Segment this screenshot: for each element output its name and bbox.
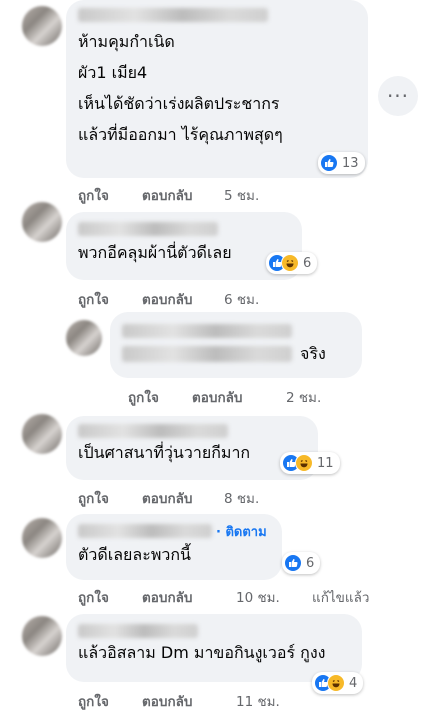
- timestamp[interactable]: 10 ชม.: [236, 586, 280, 608]
- timestamp[interactable]: 8 ชม.: [224, 487, 259, 509]
- haha-reaction-icon: [295, 454, 313, 472]
- reaction-summary[interactable]: 11: [280, 452, 340, 474]
- reaction-count: 11: [317, 455, 334, 471]
- comment-actions: ถูกใจ ตอบกลับ 8 ชม.: [78, 487, 298, 507]
- like-reaction-icon: [320, 154, 338, 172]
- comment-text: แล้วอิสลาม Dm มาขอกินงูเวอร์ กูงง: [78, 643, 326, 662]
- comment-bubble: พวกอีคลุมผ้านี่ตัวดีเลย: [66, 212, 302, 280]
- reply-link[interactable]: ตอบกลับ: [142, 690, 192, 712]
- avatar[interactable]: [22, 616, 62, 656]
- reaction-summary[interactable]: 13: [318, 152, 365, 174]
- reply-link[interactable]: ตอบกลับ: [142, 487, 192, 509]
- like-link[interactable]: ถูกใจ: [78, 586, 109, 608]
- avatar[interactable]: [22, 202, 62, 242]
- reaction-count: 6: [303, 255, 312, 271]
- comment-bubble: ห้ามคุมกำเนิด ผัว1 เมีย4 เห็นได้ชัดว่าเร…: [66, 0, 368, 178]
- avatar[interactable]: [22, 518, 62, 558]
- comment-text: ห้ามคุมกำเนิด: [78, 32, 175, 51]
- comment-actions: ถูกใจ ตอบกลับ 10 ชม. แก้ไขแล้ว: [78, 586, 418, 606]
- haha-reaction-icon: [327, 674, 345, 692]
- reaction-summary[interactable]: 4: [312, 672, 364, 694]
- commenter-name[interactable]: [122, 324, 292, 338]
- like-link[interactable]: ถูกใจ: [78, 288, 109, 310]
- commenter-name[interactable]: [78, 222, 218, 236]
- reaction-summary[interactable]: 6: [266, 252, 318, 274]
- reply-link[interactable]: ตอบกลับ: [142, 586, 192, 608]
- commenter-name[interactable]: [78, 624, 198, 638]
- comment-text-blurred: [122, 346, 292, 362]
- commenter-name[interactable]: [78, 8, 268, 22]
- more-options-icon[interactable]: ···: [378, 76, 418, 116]
- reaction-count: 4: [349, 675, 358, 691]
- timestamp[interactable]: 2 ชม.: [286, 386, 321, 408]
- commenter-name[interactable]: [78, 524, 212, 538]
- avatar[interactable]: [22, 6, 62, 46]
- comment-text: ผัว1 เมีย4: [78, 63, 148, 82]
- reaction-count: 6: [306, 555, 315, 571]
- reply-link[interactable]: ตอบกลับ: [192, 386, 242, 408]
- like-link[interactable]: ถูกใจ: [128, 386, 159, 408]
- reply-link[interactable]: ตอบกลับ: [142, 184, 192, 206]
- timestamp[interactable]: 6 ชม.: [224, 288, 259, 310]
- comment-text: เห็นได้ชัดว่าเร่งผลิตประชากร: [78, 94, 280, 113]
- haha-reaction-icon: [281, 254, 299, 272]
- reply-link[interactable]: ตอบกลับ: [142, 288, 192, 310]
- reaction-summary[interactable]: 6: [282, 552, 321, 574]
- like-link[interactable]: ถูกใจ: [78, 690, 109, 712]
- edited-label: แก้ไขแล้ว: [312, 590, 370, 606]
- comment-actions: ถูกใจ ตอบกลับ 2 ชม.: [128, 386, 358, 406]
- timestamp[interactable]: 5 ชม.: [224, 184, 259, 206]
- like-link[interactable]: ถูกใจ: [78, 184, 109, 206]
- comment-actions: ถูกใจ ตอบกลับ 11 ชม.: [78, 690, 308, 710]
- avatar[interactable]: [22, 414, 62, 454]
- reaction-count: 13: [342, 155, 359, 171]
- timestamp[interactable]: 11 ชม.: [236, 690, 280, 712]
- comment-bubble: เป็นศาสนาที่วุ่นวายกีมาก: [66, 416, 318, 480]
- comment-text: จริง: [300, 344, 326, 363]
- avatar[interactable]: [66, 320, 102, 356]
- comment-text: พวกอีคลุมผ้านี่ตัวดีเลย: [78, 243, 232, 262]
- comment-actions: ถูกใจ ตอบกลับ 5 ชม.: [78, 184, 278, 204]
- like-reaction-icon: [284, 554, 302, 572]
- commenter-name[interactable]: [78, 424, 228, 438]
- follow-link[interactable]: · ติดตาม: [216, 521, 267, 542]
- like-link[interactable]: ถูกใจ: [78, 487, 109, 509]
- comment-text: เป็นศาสนาที่วุ่นวายกีมาก: [78, 443, 251, 462]
- comment-actions: ถูกใจ ตอบกลับ 6 ชม.: [78, 288, 298, 308]
- comment-text: ตัวดีเลยละพวกนี้: [78, 545, 191, 564]
- comment-text: แล้วที่มีออกมา ไร้คุณภาพสุดๆ: [78, 125, 283, 144]
- comment-bubble: · ติดตาม ตัวดีเลยละพวกนี้: [66, 514, 282, 580]
- comment-bubble: จริง: [110, 312, 362, 378]
